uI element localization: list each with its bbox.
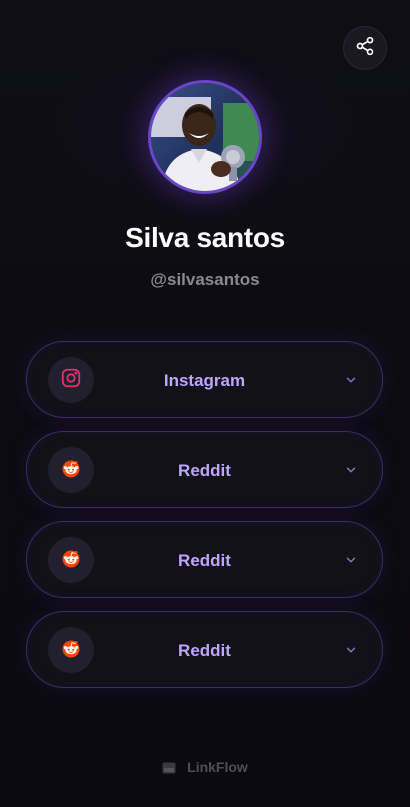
linkflow-logo-icon [162,761,176,774]
chevron-down-icon[interactable] [344,553,358,567]
profile-handle: @silvasantos [150,270,260,289]
link-card-reddit[interactable]: Reddit [26,521,383,598]
footer-branding[interactable]: LinkFlow [0,759,410,775]
link-card-instagram[interactable]: Instagram [26,341,383,418]
link-in-bio-page: Silva santos @silvasantos Instagram Redd… [0,0,410,807]
profile-name: Silva santos [125,222,285,253]
link-label: Reddit [178,641,231,660]
link-label: Reddit [178,551,231,570]
avatar-image [148,80,262,194]
avatar [148,80,262,194]
link-label: Reddit [178,461,231,480]
link-card-reddit[interactable]: Reddit [26,611,383,688]
chevron-down-icon[interactable] [344,373,358,387]
footer-brand-label: LinkFlow [187,759,248,775]
chevron-down-icon[interactable] [344,643,358,657]
share-icon [355,36,375,61]
share-button[interactable] [343,26,387,70]
link-card-reddit[interactable]: Reddit [26,431,383,508]
chevron-down-icon[interactable] [344,463,358,477]
link-label: Instagram [163,371,246,390]
